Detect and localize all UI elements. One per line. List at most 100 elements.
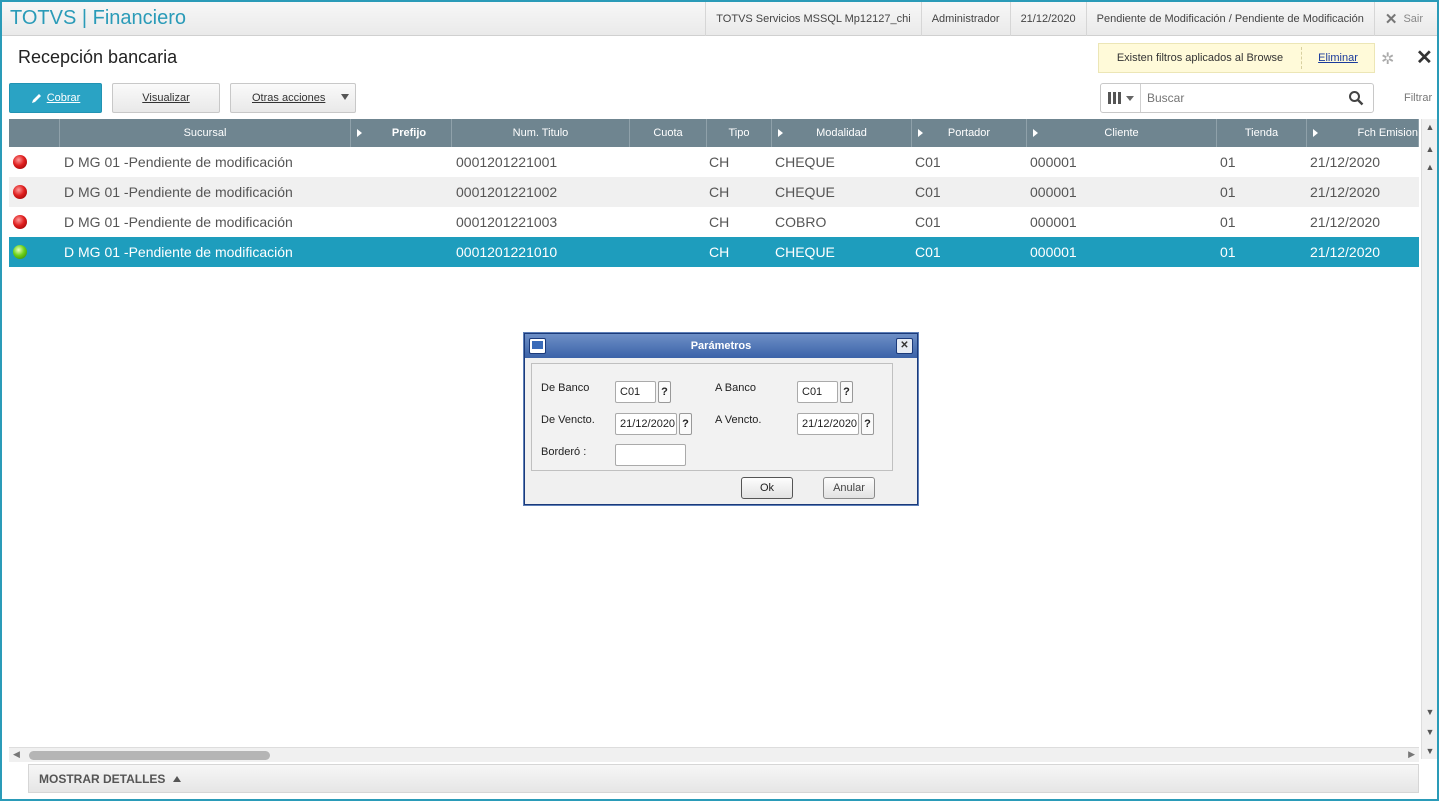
cell-tienda: 01: [1220, 214, 1236, 230]
cancel-button[interactable]: Anular: [823, 477, 875, 499]
chevron-down-icon: [1125, 95, 1134, 101]
column-selector-button[interactable]: [1101, 84, 1141, 112]
status-green-icon: [13, 245, 27, 259]
header-fch-emision[interactable]: Fch Emision: [1307, 119, 1419, 147]
module-name: Financiero: [92, 7, 187, 29]
status-label: Pendiente de Modificación / Pendiente de…: [1085, 2, 1374, 36]
sort-arrow-icon: [1033, 129, 1038, 137]
environment-label: TOTVS Servicios MSSQL Mp12127_chi: [705, 2, 920, 36]
scroll-page-up-icon[interactable]: ▲: [1422, 141, 1438, 157]
scroll-top-icon[interactable]: ▲: [1422, 119, 1438, 135]
cell-tienda: 01: [1220, 184, 1236, 200]
status-red-icon: [13, 155, 27, 169]
header-cliente[interactable]: Cliente: [1027, 119, 1217, 147]
cell-fch-emision: 21/12/2020: [1310, 244, 1381, 260]
scroll-left-icon[interactable]: ◀: [13, 749, 20, 760]
sort-arrow-icon: [918, 129, 923, 137]
cell-num-titulo: 0001201221010: [456, 244, 558, 260]
a-vencto-field[interactable]: 21/12/2020: [797, 413, 859, 435]
sort-arrow-icon: [778, 129, 783, 137]
cobrar-button[interactable]: Cobrar: [9, 83, 102, 113]
horizontal-scrollbar[interactable]: ◀ ▶: [9, 747, 1419, 762]
ok-button[interactable]: Ok: [741, 477, 793, 499]
scroll-page-down-icon[interactable]: ▼: [1422, 724, 1438, 740]
cell-modalidad: COBRO: [775, 214, 827, 230]
dialog-title: Parámetros: [690, 340, 752, 352]
cell-num-titulo: 0001201221001: [456, 154, 558, 170]
otras-acciones-button[interactable]: Otras acciones: [230, 83, 356, 113]
header-cuota[interactable]: Cuota: [630, 119, 707, 147]
cell-modalidad: CHEQUE: [775, 184, 835, 200]
scroll-down-icon[interactable]: ▼: [1422, 704, 1438, 720]
close-icon: ✕: [1384, 11, 1398, 28]
parameters-panel: De Banco C01 ? A Banco C01 ? De Vencto. …: [531, 363, 893, 471]
de-banco-field[interactable]: C01: [615, 381, 656, 403]
parameters-dialog: Parámetros ✕ De Banco C01 ? A Banco C01 …: [524, 333, 918, 505]
table-row[interactable]: D MG 01 -Pendiente de modificación 00012…: [9, 177, 1419, 207]
vertical-scrollbar[interactable]: ▲ ▲ ▲ ▼ ▼ ▼: [1421, 119, 1437, 759]
horizontal-scroll-thumb[interactable]: [29, 751, 270, 760]
otras-acciones-label: Otras acciones: [252, 92, 326, 104]
de-banco-lookup-button[interactable]: ?: [658, 381, 671, 403]
session-info: TOTVS Servicios MSSQL Mp12127_chi Admini…: [705, 2, 1437, 36]
cell-tipo: CH: [709, 244, 730, 260]
a-banco-field[interactable]: C01: [797, 381, 838, 403]
close-icon[interactable]: ✕: [1416, 45, 1433, 70]
header-modalidad[interactable]: Modalidad: [772, 119, 912, 147]
sort-arrow-icon: [357, 129, 362, 137]
de-banco-label: De Banco: [541, 382, 590, 394]
cell-fch-emision: 21/12/2020: [1310, 154, 1381, 170]
search-input[interactable]: [1141, 91, 1341, 105]
scroll-up-icon[interactable]: ▲: [1422, 159, 1438, 175]
cell-sucursal: D MG 01 -Pendiente de modificación: [64, 154, 293, 170]
table-row[interactable]: D MG 01 -Pendiente de modificación 00012…: [9, 207, 1419, 237]
filter-notice-text: Existen filtros aplicados al Browse: [1099, 47, 1302, 69]
filter-button[interactable]: Filtrar: [1404, 92, 1432, 104]
header-num-titulo[interactable]: Num. Titulo: [452, 119, 630, 147]
exit-button[interactable]: ✕ Sair: [1373, 2, 1437, 36]
top-bar: TOTVS | Financiero TOTVS Servicios MSSQL…: [2, 2, 1437, 36]
cell-cliente: 000001: [1030, 154, 1077, 170]
filter-notice: Existen filtros aplicados al Browse Elim…: [1098, 43, 1375, 73]
dialog-close-button[interactable]: ✕: [896, 338, 913, 354]
app-title: TOTVS | Financiero: [10, 7, 186, 30]
header-sucursal[interactable]: Sucursal: [60, 119, 351, 147]
de-vencto-field[interactable]: 21/12/2020: [615, 413, 677, 435]
de-vencto-lookup-button[interactable]: ?: [679, 413, 692, 435]
gear-icon[interactable]: ✲: [1381, 49, 1394, 69]
date-label: 21/12/2020: [1009, 2, 1086, 36]
header-tienda[interactable]: Tienda: [1217, 119, 1307, 147]
cell-num-titulo: 0001201221003: [456, 214, 558, 230]
remove-filters-link[interactable]: Eliminar: [1302, 52, 1374, 64]
status-red-icon: [13, 215, 27, 229]
cell-sucursal: D MG 01 -Pendiente de modificación: [64, 214, 293, 230]
visualizar-button[interactable]: Visualizar: [112, 83, 220, 113]
search-icon[interactable]: [1348, 90, 1364, 106]
bordero-field[interactable]: [615, 444, 686, 466]
scroll-right-icon[interactable]: ▶: [1408, 749, 1415, 760]
cell-sucursal: D MG 01 -Pendiente de modificación: [64, 184, 293, 200]
header-tipo[interactable]: Tipo: [707, 119, 772, 147]
header-prefijo[interactable]: Prefijo: [351, 119, 452, 147]
a-banco-lookup-button[interactable]: ?: [840, 381, 853, 403]
sort-arrow-icon: [1313, 129, 1318, 137]
dialog-titlebar[interactable]: Parámetros ✕: [525, 334, 917, 358]
show-details-toggle[interactable]: MOSTRAR DETALLES: [28, 764, 1419, 793]
cell-modalidad: CHEQUE: [775, 244, 835, 260]
a-vencto-label: A Vencto.: [715, 414, 762, 426]
cell-tienda: 01: [1220, 244, 1236, 260]
table-row-selected[interactable]: D MG 01 -Pendiente de modificación 00012…: [9, 237, 1419, 267]
cell-fch-emision: 21/12/2020: [1310, 184, 1381, 200]
page-title: Recepción bancaria: [18, 47, 178, 67]
user-label: Administrador: [920, 2, 1010, 36]
show-details-label: MOSTRAR DETALLES: [39, 771, 166, 786]
cell-modalidad: CHEQUE: [775, 154, 835, 170]
scroll-bottom-icon[interactable]: ▼: [1422, 743, 1438, 759]
visualizar-button-label: Visualizar: [142, 92, 190, 104]
title-separator: |: [81, 7, 88, 29]
a-vencto-lookup-button[interactable]: ?: [861, 413, 874, 435]
cell-portador: C01: [915, 154, 941, 170]
header-status[interactable]: [9, 119, 60, 147]
header-portador[interactable]: Portador: [912, 119, 1027, 147]
table-row[interactable]: D MG 01 -Pendiente de modificación 00012…: [9, 147, 1419, 177]
